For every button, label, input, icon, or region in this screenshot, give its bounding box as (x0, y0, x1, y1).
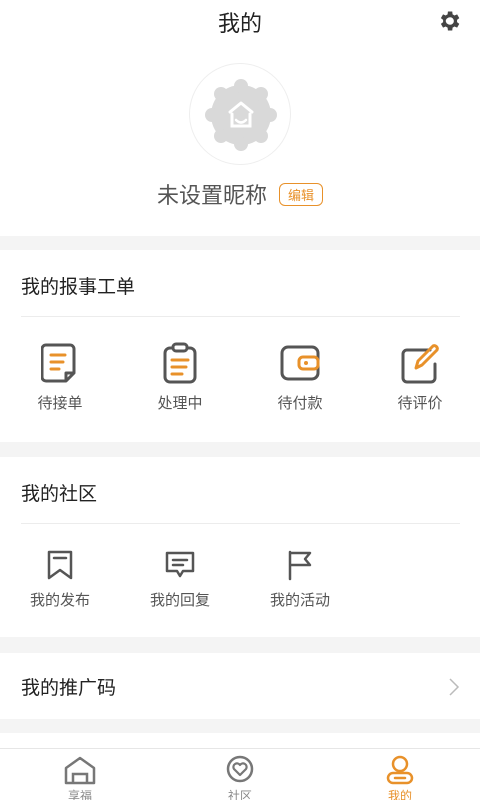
tab-label: 社区 (227, 789, 252, 800)
bookmark-icon (47, 550, 73, 580)
promo-title: 我的推广码 (21, 677, 117, 699)
avatar[interactable] (189, 63, 291, 165)
community-card: 我的社区 我的发布 我的回复 我的活动 (0, 457, 480, 637)
order-label: 待接单 (37, 394, 83, 412)
orders-title: 我的报事工单 (21, 276, 136, 298)
tab-community[interactable]: 社区 (160, 755, 320, 800)
order-pending-accept[interactable]: 待接单 (0, 342, 120, 413)
document-icon (41, 343, 76, 383)
default-avatar-icon (205, 79, 277, 151)
message-icon (165, 551, 195, 578)
my-posts[interactable]: 我的发布 (0, 549, 120, 610)
bottom-tab-bar: 享福 社区 我的 (0, 748, 480, 800)
tab-label: 享福 (67, 789, 92, 800)
settings-gear-icon[interactable] (436, 8, 462, 34)
order-label: 待评价 (397, 394, 443, 412)
order-label: 处理中 (157, 394, 203, 412)
community-title: 我的社区 (21, 483, 98, 505)
chevron-right-icon (449, 678, 460, 696)
clipboard-icon (163, 342, 197, 384)
edit-button[interactable]: 编辑 (279, 182, 324, 206)
divider (21, 316, 460, 317)
user-icon (386, 755, 414, 785)
community-label: 我的活动 (269, 591, 330, 609)
my-replies[interactable]: 我的回复 (120, 549, 240, 610)
orders-card: 我的报事工单 待接单 处理中 待付款 待评价 (0, 250, 480, 442)
order-pending-payment[interactable]: 待付款 (240, 342, 360, 413)
flag-icon (288, 550, 312, 581)
heart-chat-icon (226, 755, 254, 783)
tab-label: 我的 (387, 789, 412, 800)
profile-header: 我的 未设置昵称 编辑 (0, 0, 480, 236)
promo-code-row[interactable]: 我的推广码 (0, 653, 480, 719)
edit-icon (401, 344, 439, 384)
tab-mine[interactable]: 我的 (320, 755, 480, 800)
tab-home[interactable]: 享福 (0, 755, 160, 800)
order-processing[interactable]: 处理中 (120, 342, 240, 413)
order-pending-review[interactable]: 待评价 (360, 342, 480, 413)
nickname-row: 未设置昵称 编辑 (0, 178, 480, 210)
my-activities[interactable]: 我的活动 (240, 549, 360, 610)
community-label: 我的回复 (149, 591, 210, 609)
wallet-icon (280, 345, 320, 381)
page-title: 我的 (217, 12, 262, 37)
order-label: 待付款 (277, 394, 323, 412)
divider (21, 523, 460, 524)
partial-card (0, 733, 480, 748)
home-icon (64, 756, 96, 785)
nickname: 未设置昵称 (156, 184, 267, 209)
community-label: 我的发布 (29, 591, 90, 609)
